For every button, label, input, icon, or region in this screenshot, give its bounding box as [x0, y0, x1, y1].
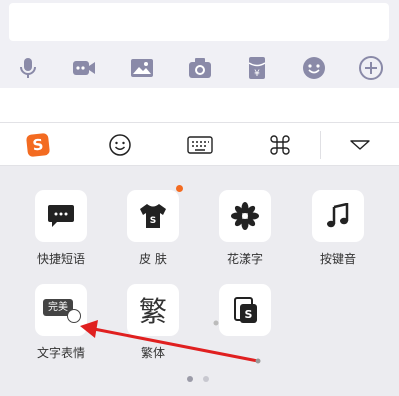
image-icon[interactable] [128, 54, 156, 82]
red-packet-icon[interactable]: ¥ [243, 54, 271, 82]
command-icon [270, 135, 290, 155]
skin-tile[interactable]: S [127, 190, 179, 242]
emoji-face-icon [109, 134, 131, 156]
key-sound-label: 按键音 [319, 252, 356, 266]
keyboard-button[interactable] [168, 123, 232, 167]
separator-strip [0, 88, 399, 122]
pager-dot [203, 376, 209, 382]
emoji-face-button[interactable] [88, 123, 152, 167]
quick-phrase-tile[interactable] [35, 190, 87, 242]
emoji-icon[interactable] [300, 54, 328, 82]
chat-input-area [0, 0, 399, 48]
microphone-icon[interactable] [14, 54, 42, 82]
text-emoji-label: 文字表情 [36, 346, 85, 360]
camera-icon[interactable] [186, 54, 214, 82]
collapse-button[interactable] [328, 123, 392, 167]
collapse-triangle-icon [350, 140, 370, 150]
message-input[interactable] [9, 3, 389, 41]
smile-badge-icon [67, 309, 81, 323]
key-sound-tile[interactable] [312, 190, 364, 242]
svg-text:S: S [245, 308, 253, 321]
text-emoji-icon: 完美 [41, 295, 81, 325]
new-badge-dot [176, 185, 183, 192]
flower-icon [231, 202, 259, 230]
traditional-label: 繁体 [140, 346, 165, 360]
text-emoji-tile[interactable]: 完美 [35, 284, 87, 336]
sogou-card-tile[interactable]: S [219, 284, 271, 336]
flower-text-label: 花漾字 [226, 252, 263, 266]
tshirt-icon: S [140, 204, 166, 228]
sogou-logo-button[interactable]: S [6, 123, 70, 167]
keyboard-icon [187, 136, 213, 154]
svg-text:S: S [150, 216, 156, 226]
ime-toolbar: S [0, 122, 399, 166]
pager-dot-active [187, 376, 193, 382]
video-icon[interactable] [70, 54, 98, 82]
traditional-tile[interactable]: 繁 [127, 284, 179, 336]
sogou-logo-icon: S [25, 132, 51, 158]
sogou-card-icon: S [234, 297, 257, 323]
plus-icon[interactable] [357, 54, 385, 82]
quick-phrase-label: 快捷短语 [36, 252, 85, 266]
attachment-toolbar: ¥ [0, 48, 399, 88]
toolbar-divider [320, 131, 321, 159]
music-note-icon [327, 203, 349, 228]
skin-label: 皮 肤 [139, 252, 167, 266]
chat-bubble-icon [48, 205, 74, 227]
flower-text-tile[interactable] [219, 190, 271, 242]
svg-text:¥: ¥ [254, 69, 260, 79]
command-button[interactable] [248, 123, 312, 167]
traditional-char-icon: 繁 [138, 295, 167, 328]
